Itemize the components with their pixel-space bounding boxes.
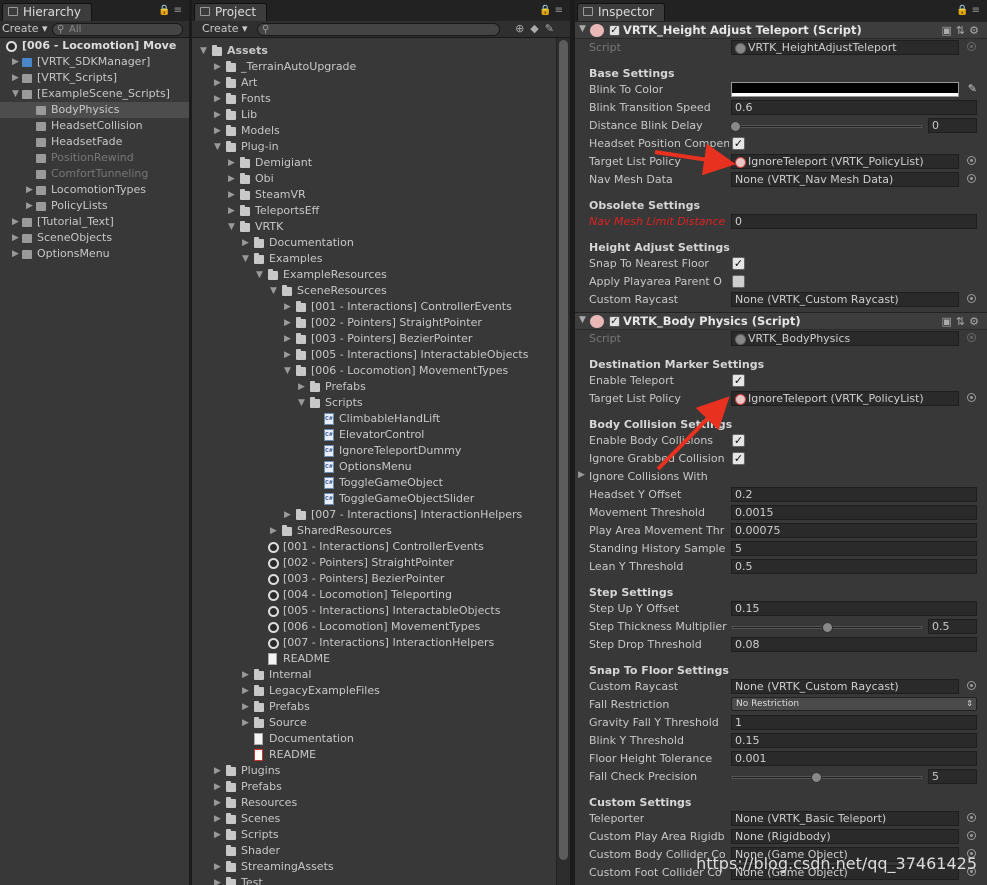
watermark: https://blog.csdn.net/qq_37461425 [696,854,977,873]
arrow-to-second-policy [656,396,730,471]
arrow-to-first-policy [654,143,736,176]
annotation-arrows [654,143,736,471]
